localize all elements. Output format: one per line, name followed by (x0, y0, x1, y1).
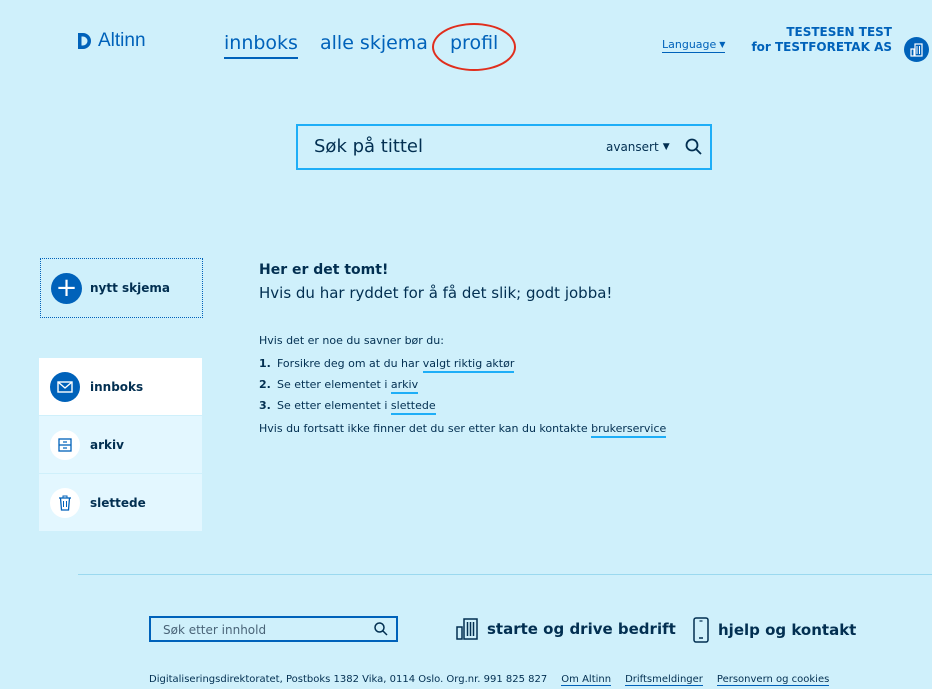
altinn-logo[interactable]: Altinn (76, 30, 146, 52)
logo-text: Altinn (98, 30, 146, 51)
user-name: TESTESEN TEST (786, 25, 892, 39)
choose-actor-link[interactable]: valgt riktig aktør (422, 357, 515, 373)
footer-search-input[interactable] (161, 622, 365, 638)
building-icon (456, 618, 478, 640)
caret-down-icon: ▼ (719, 40, 726, 49)
folder-item-innboks[interactable]: innboks (39, 358, 202, 416)
user-service-link[interactable]: brukerservice (591, 422, 667, 438)
empty-subtitle: Hvis du har ryddet for å få det slik; go… (259, 284, 613, 302)
trash-icon (50, 487, 80, 518)
about-altinn-link[interactable]: Om Altinn (561, 674, 612, 686)
profil-highlight-circle (432, 23, 516, 71)
archive-icon (50, 429, 80, 460)
folder-label: arkiv (90, 437, 124, 452)
footer-search-box (149, 616, 398, 642)
step-text: Forsikre deg om at du har (277, 357, 423, 370)
step-text: Se etter elementet i (277, 399, 391, 412)
empty-state: Her er det tomt! Hvis du har ryddet for … (259, 262, 819, 438)
user-menu[interactable]: TESTESEN TEST for TESTFORETAK AS (751, 25, 892, 55)
empty-intro: Hvis det er noe du savner bør du: (259, 334, 444, 347)
empty-outro: Hvis du fortsatt ikke finner det du ser … (259, 422, 819, 438)
step-text: Se etter elementet i (277, 378, 391, 391)
step-number: 2. (259, 378, 271, 391)
folder-item-slettede[interactable]: slettede (39, 474, 202, 532)
deleted-link[interactable]: slettede (390, 399, 436, 415)
search-icon[interactable] (684, 137, 704, 157)
language-label: Language (662, 38, 717, 51)
altinn-logo-icon (78, 33, 91, 49)
archive-link[interactable]: arkiv (390, 378, 419, 394)
building-icon[interactable] (904, 37, 929, 62)
list-item: 3. Se etter elementet i slettede (259, 399, 819, 415)
outro-text: Hvis du fortsatt ikke finner det du ser … (259, 422, 592, 435)
nav-innboks[interactable]: innboks (224, 32, 298, 59)
start-business-link[interactable]: starte og drive bedrift (455, 617, 676, 641)
footer-address: Digitaliseringsdirektoratet, Postboks 13… (149, 674, 548, 685)
start-business-label: starte og drive bedrift (487, 620, 676, 638)
suggestion-list: 1. Forsikre deg om at du har valgt rikti… (259, 357, 819, 415)
advanced-search-toggle[interactable]: avansert ▼ (606, 140, 670, 154)
new-form-label: nytt skjema (90, 281, 170, 295)
step-number: 1. (259, 357, 271, 370)
advanced-label: avansert (606, 140, 659, 154)
caret-down-icon: ▼ (662, 142, 670, 152)
help-contact-label: hjelp og kontakt (718, 621, 857, 639)
step-number: 3. (259, 399, 271, 412)
language-selector[interactable]: Language ▼ (662, 38, 726, 53)
building-glyph (909, 42, 923, 57)
footer-divider (78, 574, 932, 575)
search-box: avansert ▼ (296, 124, 712, 170)
envelope-icon (50, 371, 80, 402)
search-icon[interactable] (373, 621, 389, 637)
mobile-phone-icon (693, 617, 709, 643)
folder-label: slettede (90, 495, 146, 510)
user-org: for TESTFORETAK AS (751, 40, 892, 54)
privacy-cookies-link[interactable]: Personvern og cookies (716, 674, 830, 686)
list-item: 2. Se etter elementet i arkiv (259, 378, 819, 394)
operational-messages-link[interactable]: Driftsmeldinger (625, 674, 703, 686)
plus-icon: + (51, 272, 82, 304)
search-input[interactable] (312, 135, 596, 158)
folder-list: innboks arkiv slettede (39, 358, 202, 532)
folder-item-arkiv[interactable]: arkiv (39, 416, 202, 474)
nav-alle-skjema[interactable]: alle skjema (320, 32, 428, 54)
new-form-button[interactable]: + nytt skjema (40, 258, 203, 318)
footer-bottom-bar: Digitaliseringsdirektoratet, Postboks 13… (149, 674, 830, 686)
help-contact-link[interactable]: hjelp og kontakt (692, 617, 856, 643)
empty-title: Her er det tomt! (259, 262, 389, 278)
folder-label: innboks (90, 379, 144, 394)
list-item: 1. Forsikre deg om at du har valgt rikti… (259, 357, 819, 373)
